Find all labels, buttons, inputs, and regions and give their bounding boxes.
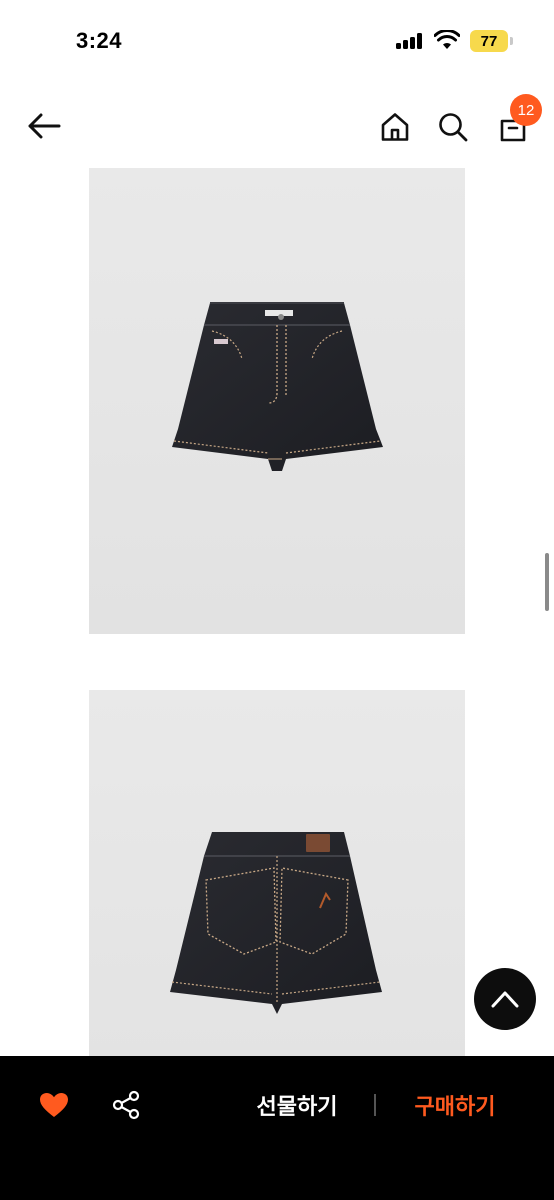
back-button[interactable] [22, 106, 66, 146]
battery-tip [510, 37, 513, 45]
product-image-front[interactable] [89, 168, 465, 634]
heart-icon [40, 1093, 68, 1117]
chevron-up-icon [491, 991, 519, 1008]
button-divider [374, 1094, 376, 1116]
search-icon [439, 113, 468, 142]
cellular-signal-icon [396, 33, 422, 49]
status-time: 3:24 [76, 28, 123, 53]
nav-header: 12 [0, 84, 554, 168]
wifi-icon [434, 30, 460, 49]
arrow-left-icon [28, 113, 61, 139]
home-button[interactable] [374, 106, 416, 148]
status-bar: 3:24 77 [0, 0, 554, 84]
denim-shorts-front-image [172, 302, 383, 471]
home-icon [381, 113, 409, 141]
like-button[interactable] [36, 1088, 72, 1122]
battery-indicator: 77 [470, 30, 508, 52]
product-image-back[interactable] [89, 690, 465, 1060]
denim-shorts-back-image [170, 832, 382, 1014]
share-icon [112, 1090, 140, 1120]
share-button[interactable] [108, 1086, 144, 1124]
bottom-action-bar: 선물하기 구매하기 [0, 1056, 554, 1200]
buy-button[interactable]: 구매하기 [394, 1084, 516, 1126]
scrollbar-thumb[interactable] [545, 553, 549, 611]
gift-button[interactable]: 선물하기 [236, 1084, 358, 1126]
battery-level: 77 [480, 32, 498, 50]
search-button[interactable] [432, 106, 474, 148]
scroll-to-top-button[interactable] [474, 968, 536, 1030]
cart-count-badge: 12 [510, 94, 542, 126]
